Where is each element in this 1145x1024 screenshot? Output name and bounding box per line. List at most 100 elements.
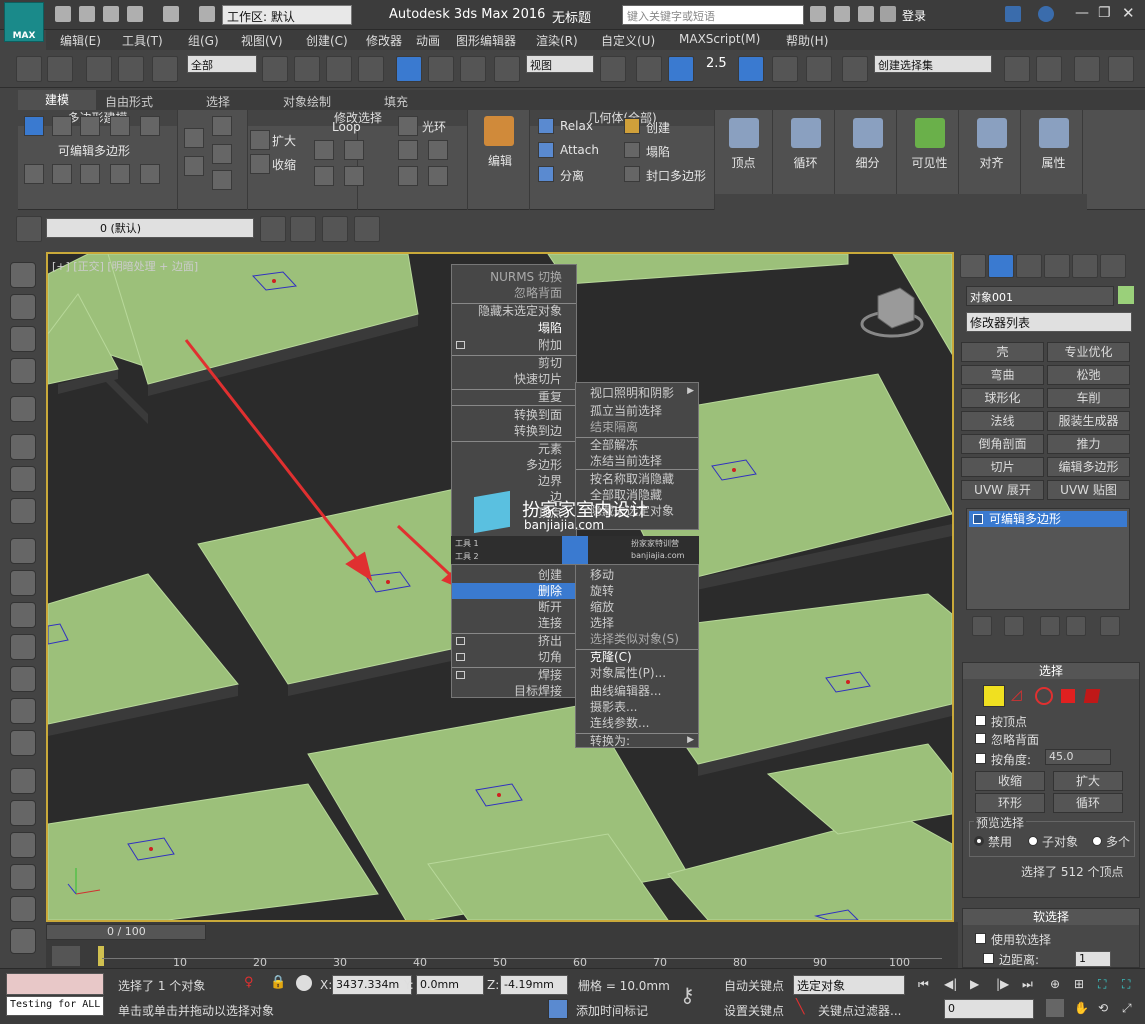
edge-distance-spinner[interactable]: 1 <box>1075 951 1111 967</box>
qm-isolate-selection[interactable]: 孤立当前选择 <box>590 403 662 419</box>
modifier-shell-button[interactable]: 壳 <box>961 342 1044 362</box>
percent-snap-icon[interactable] <box>772 56 798 82</box>
bind-space-warp-icon[interactable] <box>152 56 178 82</box>
tab-object-paint[interactable]: 对象绘制 <box>283 93 331 110</box>
current-layer-dropdown[interactable]: 0 (默认) <box>46 218 254 238</box>
collapse-icon[interactable] <box>624 142 640 158</box>
qm-create[interactable]: 创建 <box>538 567 562 583</box>
qm-extrude-settings-icon[interactable] <box>456 637 465 645</box>
time-tag-icon[interactable] <box>548 999 568 1019</box>
preview-subobject-radio[interactable] <box>1028 836 1038 846</box>
qm-nurms-toggle[interactable]: NURMS 切换 <box>490 269 562 285</box>
shrink-icon[interactable] <box>250 154 270 174</box>
maxscript-listener-input[interactable]: Testing for ALL <box>6 996 104 1016</box>
qm-wire-parameters[interactable]: 连线参数... <box>590 715 649 731</box>
qm-clone[interactable]: 克隆(C) <box>590 649 632 665</box>
loop-minus-icon[interactable] <box>344 140 364 160</box>
environment-icon[interactable] <box>10 466 36 492</box>
qm-select[interactable]: 选择 <box>590 615 614 631</box>
qm-border[interactable]: 边界 <box>538 473 562 489</box>
modifier-bevel-profile-button[interactable]: 倒角剖面 <box>961 434 1044 454</box>
qm-chamfer[interactable]: 切角 <box>538 649 562 665</box>
grow-icon[interactable] <box>250 130 270 150</box>
qm-ignore-backfacing[interactable]: 忽略背面 <box>514 285 562 301</box>
current-frame-field[interactable]: 0 <box>944 999 1034 1019</box>
modifier-bend-button[interactable]: 弯曲 <box>961 365 1044 385</box>
qm-select-similar[interactable]: 选择类似对象(S) <box>590 631 679 647</box>
utilities-tab-icon[interactable] <box>1100 254 1126 278</box>
qm-hide-unselected[interactable]: 隐藏未选定对象 <box>478 303 562 319</box>
x-coordinate-field[interactable]: 3437.334m <box>332 975 412 995</box>
qm-convert-to-face[interactable]: 转换到面 <box>514 407 562 423</box>
plane-icon[interactable] <box>10 538 36 564</box>
soft-selection-rollout-title[interactable]: 软选择 <box>963 909 1139 925</box>
modifier-garment-maker-button[interactable]: 服装生成器 <box>1047 411 1130 431</box>
qm-attach-settings-icon[interactable] <box>456 341 465 349</box>
orbit-icon[interactable]: ⟲ <box>1098 1001 1114 1017</box>
border-mode-icon[interactable] <box>80 116 100 136</box>
selection-lock-icon[interactable]: 🔒 <box>270 975 286 991</box>
grass-icon[interactable] <box>10 896 36 922</box>
qm-convert-to-edge[interactable]: 转换到边 <box>514 423 562 439</box>
ring-mode2-icon[interactable] <box>428 166 448 186</box>
undo-icon[interactable] <box>16 56 42 82</box>
edit-icon[interactable] <box>484 116 514 146</box>
qm-move[interactable]: 移动 <box>590 567 614 583</box>
app-logo-button[interactable]: MAX <box>4 2 44 42</box>
by-angle-spinner[interactable]: 45.0 <box>1045 749 1111 765</box>
layer-manager-icon[interactable] <box>1074 56 1100 82</box>
particle-icon[interactable] <box>10 768 36 794</box>
select-previous-icon[interactable] <box>184 128 204 148</box>
modifier-edit-poly-button[interactable]: 编辑多边形 <box>1047 457 1130 477</box>
pan-icon[interactable]: ✋ <box>1074 1001 1090 1017</box>
save-file-icon[interactable] <box>103 6 119 22</box>
teapot-primitive-icon[interactable] <box>10 634 36 660</box>
ring-mode-icon[interactable] <box>398 166 418 186</box>
window-crossing-icon[interactable] <box>358 56 384 82</box>
project-folder-icon[interactable] <box>199 6 215 22</box>
qm-delete[interactable]: 删除 <box>538 583 562 599</box>
detach-icon[interactable] <box>538 166 554 182</box>
loop-mode-icon[interactable] <box>314 166 334 186</box>
maximize-viewport-icon[interactable]: ⤢ <box>1122 1001 1138 1017</box>
modifier-slice-button[interactable]: 切片 <box>961 457 1044 477</box>
tab-modeling[interactable]: 建模 <box>18 90 96 110</box>
attach-button[interactable]: Attach <box>560 143 599 157</box>
modifier-relax-button[interactable]: 松弛 <box>1047 365 1130 385</box>
qm-end-isolate[interactable]: 结束隔离 <box>590 419 638 435</box>
preserve-uv-icon[interactable] <box>52 164 72 184</box>
molecule-icon[interactable] <box>10 800 36 826</box>
menu-group[interactable]: 组(G) <box>188 32 219 49</box>
layer-explorer-icon[interactable] <box>16 216 42 242</box>
edge-mode-icon[interactable] <box>52 116 72 136</box>
vertex-mode-icon[interactable] <box>24 116 44 136</box>
use-nurms-icon[interactable] <box>140 164 160 184</box>
relax-button[interactable]: Relax <box>560 119 593 133</box>
preview-disabled-radio[interactable] <box>974 836 984 846</box>
collapse-stack-icon[interactable] <box>80 164 100 184</box>
go-to-end-icon[interactable]: ⏭ <box>1022 977 1040 993</box>
make-unique-icon[interactable] <box>1040 616 1060 636</box>
exchange-icon[interactable] <box>1005 6 1021 22</box>
by-angle-checkbox[interactable] <box>975 753 986 764</box>
menu-create[interactable]: 创建(C) <box>306 32 348 49</box>
modifier-normal-button[interactable]: 法线 <box>961 411 1044 431</box>
menu-help[interactable]: 帮助(H) <box>786 32 828 49</box>
key-filters-button[interactable]: 关键点过滤器... <box>818 1002 901 1019</box>
border-level-icon[interactable] <box>1035 687 1053 705</box>
render-setup-icon[interactable] <box>10 326 36 352</box>
user-icon[interactable] <box>880 6 896 22</box>
polygon-level-icon[interactable] <box>1061 689 1075 703</box>
maxscript-listener-top[interactable] <box>6 973 104 995</box>
qm-target-weld[interactable]: 目标焊接 <box>514 683 562 699</box>
reference-coordinate-dropdown[interactable]: 视图 <box>526 55 594 73</box>
absolute-mode-icon[interactable] <box>296 975 312 991</box>
qm-break[interactable]: 断开 <box>538 599 562 615</box>
geometry-footer[interactable]: 几何体(全部) <box>530 110 714 126</box>
edge-distance-checkbox[interactable] <box>983 953 994 964</box>
remove-modifier-icon[interactable] <box>1066 616 1086 636</box>
menu-views[interactable]: 视图(V) <box>241 32 283 49</box>
modifier-uvw-unwrap-button[interactable]: UVW 展开 <box>961 480 1044 500</box>
qm-chamfer-settings-icon[interactable] <box>456 653 465 661</box>
subdivision-panel-button[interactable]: 细分 <box>839 110 897 194</box>
